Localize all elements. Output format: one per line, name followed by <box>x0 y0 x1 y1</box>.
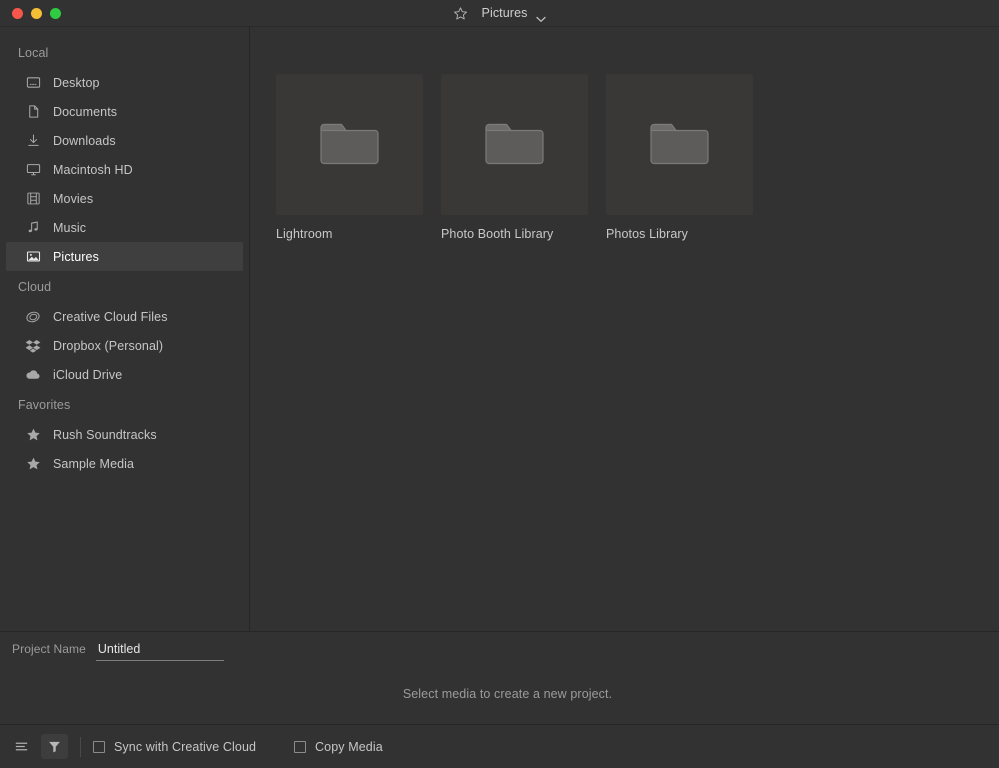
sidebar-item-label: Documents <box>53 105 117 119</box>
sidebar-item-creative-cloud-files[interactable]: Creative Cloud Files <box>6 302 243 331</box>
sidebar-item-label: Downloads <box>53 134 116 148</box>
creative-cloud-icon <box>25 309 41 325</box>
sidebar-item-dropbox-personal[interactable]: Dropbox (Personal) <box>6 331 243 360</box>
picture-icon <box>25 249 41 265</box>
sidebar-item-label: Creative Cloud Files <box>53 310 168 324</box>
grid-item-lightroom[interactable]: Lightroom <box>276 74 441 241</box>
chevron-down-icon <box>536 10 546 17</box>
close-window-button[interactable] <box>12 8 23 19</box>
sidebar-item-label: Movies <box>53 192 93 206</box>
folder-thumbnail[interactable] <box>441 74 588 215</box>
minimize-window-button[interactable] <box>31 8 42 19</box>
toolbar-divider <box>80 737 81 757</box>
rush-media-browser-window: Pictures Local <box>0 0 999 768</box>
folder-icon <box>648 118 711 171</box>
sync-with-creative-cloud-checkbox-row[interactable]: Sync with Creative Cloud <box>93 740 256 754</box>
project-panel: Project Name Select media to create a ne… <box>0 632 999 725</box>
empty-state-hint: Select media to create a new project. <box>0 687 999 701</box>
sidebar-section-cloud-title: Cloud <box>0 271 249 302</box>
grid-item-photo-booth-library[interactable]: Photo Booth Library <box>441 74 606 241</box>
sidebar-item-music[interactable]: Music <box>6 213 243 242</box>
folder-thumbnail[interactable] <box>606 74 753 215</box>
sidebar-item-label: Sample Media <box>53 457 134 471</box>
desktop-icon <box>25 75 41 91</box>
sidebar-item-desktop[interactable]: Desktop <box>6 68 243 97</box>
sidebar-item-sample-media[interactable]: Sample Media <box>6 449 243 478</box>
document-icon <box>25 104 41 120</box>
sidebar-item-label: iCloud Drive <box>53 368 122 382</box>
grid-item-photos-library[interactable]: Photos Library <box>606 74 771 241</box>
folder-icon <box>318 118 381 171</box>
copy-media-checkbox-row[interactable]: Copy Media <box>294 740 383 754</box>
title-bar-center: Pictures <box>0 5 999 21</box>
star-filled-icon <box>25 427 41 443</box>
media-grid: Lightroom Photo Booth Library <box>276 74 999 241</box>
sidebar-item-label: Desktop <box>53 76 100 90</box>
grid-item-label: Photo Booth Library <box>441 227 606 241</box>
copy-media-checkbox[interactable] <box>294 741 306 753</box>
star-outline-icon[interactable] <box>453 5 469 21</box>
sidebar-item-documents[interactable]: Documents <box>6 97 243 126</box>
music-note-icon <box>25 220 41 236</box>
sync-with-creative-cloud-checkbox[interactable] <box>93 741 105 753</box>
location-selector[interactable]: Pictures <box>482 6 547 20</box>
folder-icon <box>483 118 546 171</box>
sidebar-item-label: Pictures <box>53 250 99 264</box>
copy-media-label: Copy Media <box>315 740 383 754</box>
sidebar-item-pictures[interactable]: Pictures <box>6 242 243 271</box>
project-name-row: Project Name <box>0 632 999 661</box>
sidebar-section-local-title: Local <box>0 37 249 68</box>
dropbox-icon <box>25 338 41 354</box>
download-icon <box>25 133 41 149</box>
sidebar-item-downloads[interactable]: Downloads <box>6 126 243 155</box>
sidebar-item-icloud-drive[interactable]: iCloud Drive <box>6 360 243 389</box>
project-name-input[interactable] <box>96 642 224 661</box>
sidebar-section-favorites-title: Favorites <box>0 389 249 420</box>
grid-item-label: Photos Library <box>606 227 771 241</box>
list-view-icon[interactable] <box>8 734 35 759</box>
sidebar: Local Desktop <box>0 27 250 631</box>
media-grid-area: Lightroom Photo Booth Library <box>250 27 999 631</box>
sync-with-creative-cloud-label: Sync with Creative Cloud <box>114 740 256 754</box>
cloud-icon <box>25 367 41 383</box>
film-icon <box>25 191 41 207</box>
title-bar: Pictures <box>0 0 999 27</box>
folder-thumbnail[interactable] <box>276 74 423 215</box>
star-filled-icon <box>25 456 41 472</box>
project-name-label: Project Name <box>12 642 86 656</box>
sidebar-item-macintosh-hd[interactable]: Macintosh HD <box>6 155 243 184</box>
window-controls <box>0 8 61 19</box>
maximize-window-button[interactable] <box>50 8 61 19</box>
grid-item-label: Lightroom <box>276 227 441 241</box>
sidebar-item-label: Rush Soundtracks <box>53 428 157 442</box>
sidebar-item-label: Music <box>53 221 86 235</box>
bottom-toolbar: Sync with Creative Cloud Copy Media <box>0 725 999 768</box>
sidebar-item-label: Macintosh HD <box>53 163 133 177</box>
sidebar-item-movies[interactable]: Movies <box>6 184 243 213</box>
monitor-icon <box>25 162 41 178</box>
sidebar-item-rush-soundtracks[interactable]: Rush Soundtracks <box>6 420 243 449</box>
location-label: Pictures <box>482 6 528 20</box>
browser-body: Local Desktop <box>0 27 999 632</box>
sidebar-item-label: Dropbox (Personal) <box>53 339 163 353</box>
filter-funnel-icon[interactable] <box>41 734 68 759</box>
